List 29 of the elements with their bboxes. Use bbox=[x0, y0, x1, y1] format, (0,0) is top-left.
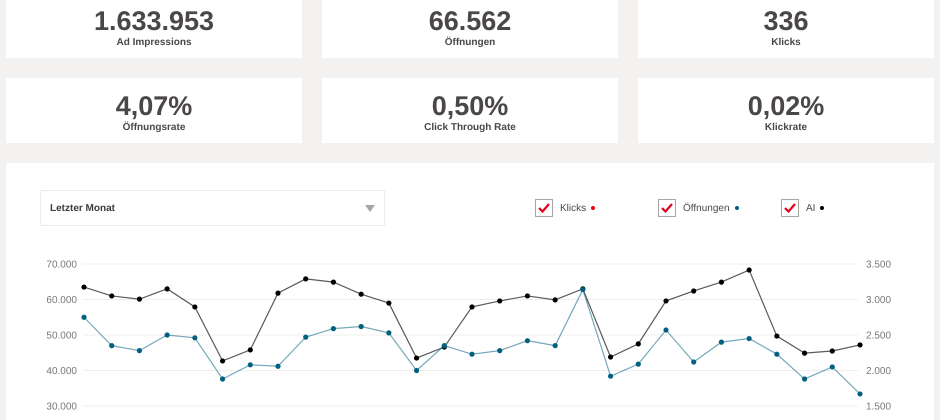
legend-label: AI bbox=[806, 202, 816, 216]
axis-tick-label: 40.000 bbox=[46, 366, 77, 377]
stat-value: 336 bbox=[763, 5, 809, 37]
stat-value: 1.633.953 bbox=[94, 5, 214, 37]
stat-label: Klicks bbox=[771, 37, 801, 49]
stat-value: 4,07% bbox=[116, 90, 192, 122]
legend-checkbox[interactable]: Öffnungen bbox=[658, 199, 781, 217]
axis-tick-label: 1.500 bbox=[866, 402, 892, 412]
axis-tick-label: 2.000 bbox=[866, 366, 892, 377]
period-dropdown[interactable]: Letzter Monat bbox=[40, 190, 385, 226]
legend-checkbox[interactable]: Klicks bbox=[535, 199, 658, 217]
axis-tick-label: 3.500 bbox=[866, 260, 892, 270]
stat-value: 0,02% bbox=[748, 90, 824, 122]
legend-checkbox[interactable]: AI bbox=[781, 199, 904, 217]
axis-tick-label: 60.000 bbox=[46, 295, 77, 306]
legend-label: Klicks bbox=[560, 202, 586, 216]
legend-label: Öffnungen bbox=[683, 202, 730, 216]
stat-label: Öffnungen bbox=[444, 37, 496, 49]
axis-tick-label: 50.000 bbox=[46, 330, 77, 342]
stat-label: Click Through Rate bbox=[424, 122, 516, 134]
axis-tick-label: 70.000 bbox=[46, 260, 77, 270]
stat-label: Klickrate bbox=[764, 122, 808, 134]
stat-value: 66.562 bbox=[428, 5, 512, 36]
axis-tick-label: 30.000 bbox=[46, 402, 77, 412]
stat-label: Öffnungsrate bbox=[122, 122, 186, 134]
stat-label: Ad Impressions bbox=[116, 37, 192, 49]
axis-tick-label: 3.000 bbox=[866, 295, 892, 306]
stat-value: 0,50% bbox=[432, 90, 508, 122]
axis-tick-label: 2.500 bbox=[866, 330, 892, 342]
